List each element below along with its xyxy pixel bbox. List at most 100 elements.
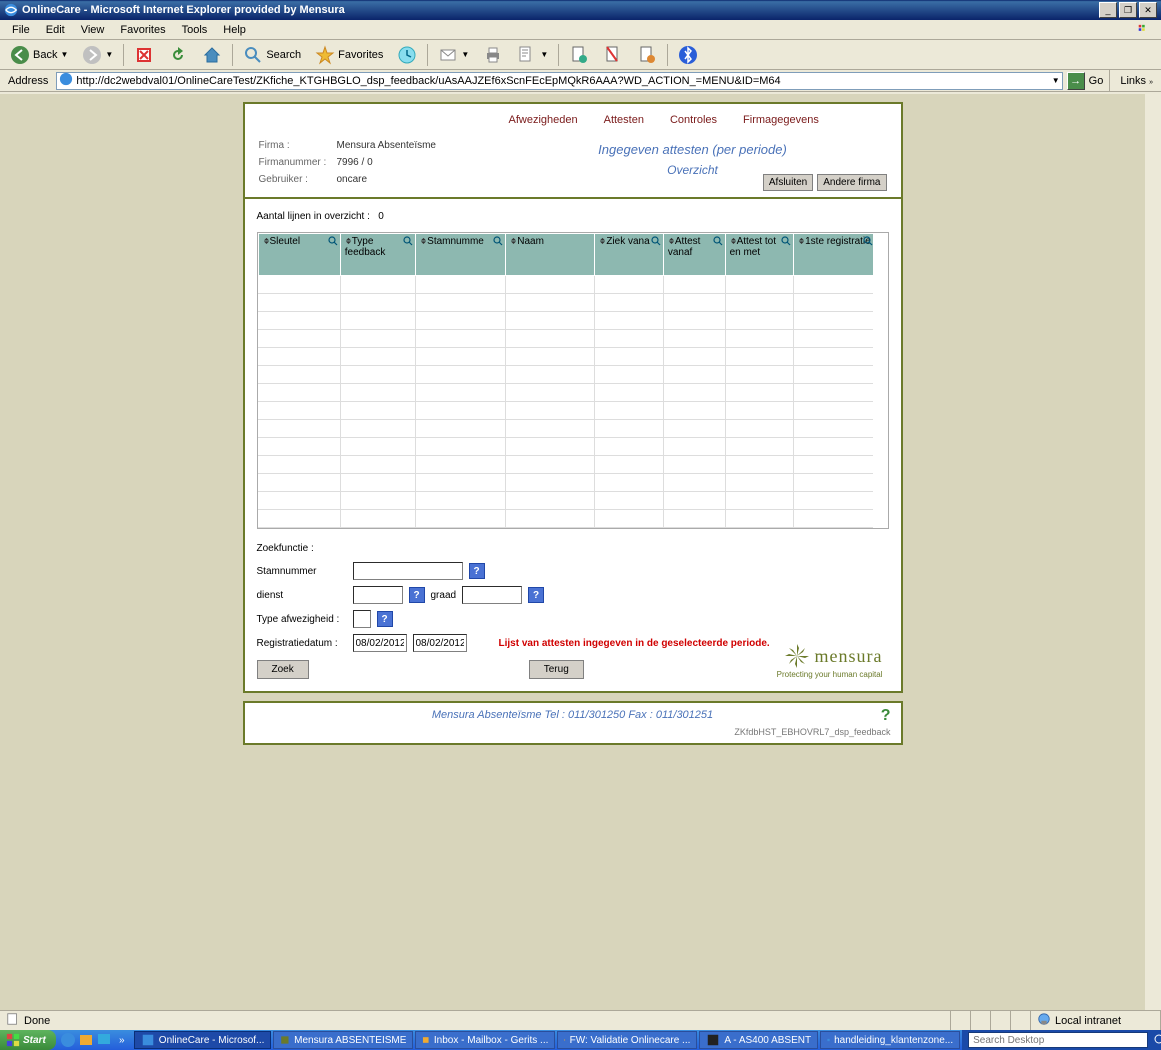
menu-edit[interactable]: Edit: [38, 22, 73, 38]
statusbar: Done Local intranet: [0, 1010, 1161, 1030]
search-icon: [243, 45, 263, 65]
history-button[interactable]: [391, 42, 423, 68]
column-header[interactable]: Attest tot en met: [725, 234, 794, 276]
filter-icon[interactable]: [651, 236, 661, 246]
table-row: [258, 438, 873, 456]
taskbar-item[interactable]: Mensura ABSENTEISME: [273, 1031, 413, 1049]
date-from-input[interactable]: [353, 634, 407, 652]
url-input[interactable]: [76, 75, 1051, 87]
print-button[interactable]: [477, 42, 509, 68]
tray-search-icon[interactable]: [1152, 1032, 1161, 1048]
type-input[interactable]: [353, 610, 371, 628]
nav-afwezigheden[interactable]: Afwezigheden: [509, 114, 578, 126]
page-icon: [59, 72, 73, 89]
table-scroll[interactable]: SleutelType feedbackStamnummeNaamZiek va…: [258, 233, 873, 528]
filter-icon[interactable]: [713, 236, 723, 246]
date-to-input[interactable]: [413, 634, 467, 652]
taskbar-item[interactable]: Inbox - Mailbox - Gerits ...: [415, 1031, 555, 1049]
go-button[interactable]: →: [1067, 72, 1085, 90]
column-header[interactable]: Ziek vana: [595, 234, 664, 276]
gebruiker-label: Gebruiker :: [259, 174, 337, 185]
footer-help-icon[interactable]: ?: [881, 707, 891, 725]
nav-firmagegevens[interactable]: Firmagegevens: [743, 114, 819, 126]
count-value: 0: [378, 211, 384, 222]
andere-firma-button[interactable]: Andere firma: [817, 174, 886, 191]
nav-controles[interactable]: Controles: [670, 114, 717, 126]
column-header[interactable]: Sleutel: [258, 234, 340, 276]
menu-file[interactable]: File: [4, 22, 38, 38]
graad-help-button[interactable]: ?: [528, 587, 544, 603]
column-header[interactable]: Attest vanaf: [663, 234, 725, 276]
bluetooth-button[interactable]: [672, 42, 704, 68]
forward-button[interactable]: ▼: [76, 42, 119, 68]
firma-label: Firma :: [259, 140, 337, 151]
search-desktop-field[interactable]: [968, 1032, 1148, 1048]
edit-button[interactable]: ▼: [511, 42, 554, 68]
back-button[interactable]: Back ▼: [4, 42, 74, 68]
table-row: [258, 420, 873, 438]
type-help-button[interactable]: ?: [377, 611, 393, 627]
taskbar-item[interactable]: handleiding_klantenzone...: [820, 1031, 960, 1049]
filter-icon[interactable]: [403, 236, 413, 246]
refresh-button[interactable]: [162, 42, 194, 68]
dienst-input[interactable]: [353, 586, 403, 604]
start-button[interactable]: Start: [0, 1030, 56, 1050]
nav-attesten[interactable]: Attesten: [604, 114, 644, 126]
tool1-button[interactable]: [563, 42, 595, 68]
minimize-button[interactable]: _: [1099, 2, 1117, 18]
table-row: [258, 330, 873, 348]
column-header[interactable]: Naam: [506, 234, 595, 276]
sort-icon[interactable]: [263, 236, 270, 243]
sort-icon[interactable]: [668, 236, 675, 243]
dienst-help-button[interactable]: ?: [409, 587, 425, 603]
menu-view[interactable]: View: [73, 22, 113, 38]
sort-icon[interactable]: [730, 236, 737, 243]
ql-outlook-icon[interactable]: [78, 1032, 94, 1048]
window-title: OnlineCare - Microsoft Internet Explorer…: [22, 4, 1099, 16]
zoek-button[interactable]: Zoek: [257, 660, 309, 679]
taskbar-item[interactable]: OnlineCare - Microsof...: [134, 1031, 272, 1049]
menu-help[interactable]: Help: [215, 22, 254, 38]
edit-icon: [517, 45, 537, 65]
search-desktop-input[interactable]: [973, 1035, 1143, 1046]
url-dropdown-icon[interactable]: ▼: [1052, 76, 1060, 85]
afsluiten-button[interactable]: Afsluiten: [763, 174, 813, 191]
tool3-button[interactable]: [631, 42, 663, 68]
search-button[interactable]: Search: [237, 42, 307, 68]
ql-chevron-icon[interactable]: »: [114, 1032, 130, 1048]
sort-icon[interactable]: [345, 236, 352, 243]
stop-button[interactable]: [128, 42, 160, 68]
stamnummer-help-button[interactable]: ?: [469, 563, 485, 579]
close-button[interactable]: ✕: [1139, 2, 1157, 18]
home-button[interactable]: [196, 42, 228, 68]
filter-icon[interactable]: [328, 236, 338, 246]
column-header[interactable]: 1ste registratie: [794, 234, 873, 276]
links-button[interactable]: Links »: [1116, 75, 1157, 87]
taskbar: Start » OnlineCare - Microsof...Mensura …: [0, 1030, 1161, 1050]
mail-icon: [438, 45, 458, 65]
table-row: [258, 510, 873, 528]
url-field[interactable]: ▼: [56, 72, 1062, 90]
taskbar-item[interactable]: A - AS400 ABSENT: [699, 1031, 818, 1049]
search-title: Zoekfunctie :: [257, 543, 889, 554]
graad-input[interactable]: [462, 586, 522, 604]
stamnummer-input[interactable]: [353, 562, 463, 580]
menu-tools[interactable]: Tools: [174, 22, 216, 38]
filter-icon[interactable]: [781, 236, 791, 246]
warning-text: Lijst van attesten ingegeven in de gesel…: [499, 638, 770, 649]
filter-icon[interactable]: [493, 236, 503, 246]
favorites-button[interactable]: Favorites: [309, 42, 389, 68]
filter-icon[interactable]: [863, 236, 872, 246]
tool2-button[interactable]: [597, 42, 629, 68]
ql-ie-icon[interactable]: [60, 1032, 76, 1048]
mail-button[interactable]: ▼: [432, 42, 475, 68]
ie-icon: [4, 3, 18, 17]
terug-button[interactable]: Terug: [529, 660, 584, 679]
table-row: [258, 402, 873, 420]
restore-button[interactable]: ❐: [1119, 2, 1137, 18]
column-header[interactable]: Type feedback: [340, 234, 415, 276]
ql-desktop-icon[interactable]: [96, 1032, 112, 1048]
taskbar-item[interactable]: FW: Validatie Onlinecare ...: [557, 1031, 697, 1049]
column-header[interactable]: Stamnumme: [416, 234, 506, 276]
menu-favorites[interactable]: Favorites: [112, 22, 173, 38]
